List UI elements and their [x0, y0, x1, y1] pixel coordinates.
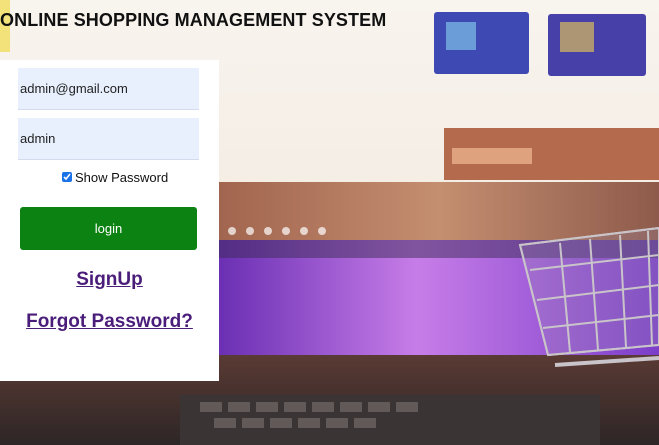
forgot-password-link[interactable]: Forgot Password?	[0, 311, 219, 333]
login-button[interactable]: login	[20, 207, 197, 250]
show-password-checkbox[interactable]	[62, 172, 72, 182]
password-field[interactable]	[18, 118, 199, 160]
login-panel: Show Password login SignUp Forgot Passwo…	[0, 60, 219, 381]
show-password-row[interactable]: Show Password	[62, 169, 168, 185]
email-field[interactable]	[18, 68, 199, 110]
page-title: ONLINE SHOPPING MANAGEMENT SYSTEM	[0, 10, 387, 30]
show-password-label: Show Password	[75, 169, 169, 185]
signup-link[interactable]: SignUp	[0, 269, 219, 291]
